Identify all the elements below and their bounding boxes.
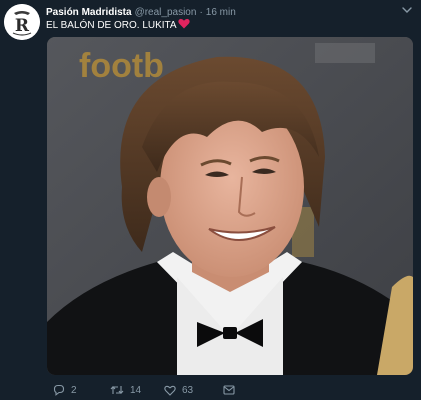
photo-portrait-image: footb	[47, 37, 413, 375]
tweet-text-content: EL BALÓN DE ORO. LUKITA	[46, 20, 177, 31]
chevron-down-icon[interactable]	[402, 5, 412, 15]
retweet-count: 14	[130, 384, 142, 396]
red-heart-emoji-icon	[177, 18, 190, 29]
separator-dot: ·	[199, 7, 203, 18]
like-button[interactable]: 63	[164, 382, 193, 398]
direct-message-icon	[223, 385, 235, 395]
reply-button[interactable]: 2	[53, 382, 77, 398]
reply-count: 2	[71, 384, 77, 396]
tweet-photo[interactable]: footb	[47, 37, 413, 375]
tweet-actions: 2 14 63	[47, 382, 387, 398]
reply-icon	[53, 384, 65, 396]
direct-message-button[interactable]	[223, 382, 235, 398]
retweet-button[interactable]: 14	[110, 382, 141, 398]
club-crest-logo: R	[4, 4, 40, 40]
tweet-timestamp[interactable]: 16 min	[206, 6, 236, 20]
background-sign-text: footb	[79, 47, 164, 85]
avatar-letter: R	[15, 16, 30, 36]
like-icon	[164, 385, 176, 396]
tweet[interactable]: R Pasión Madridista @real_pasion · 16 mi…	[0, 0, 421, 400]
avatar[interactable]: R	[4, 4, 40, 40]
like-count: 63	[182, 384, 194, 396]
retweet-icon	[110, 385, 124, 395]
tweet-text: EL BALÓN DE ORO. LUKITA	[46, 18, 190, 33]
